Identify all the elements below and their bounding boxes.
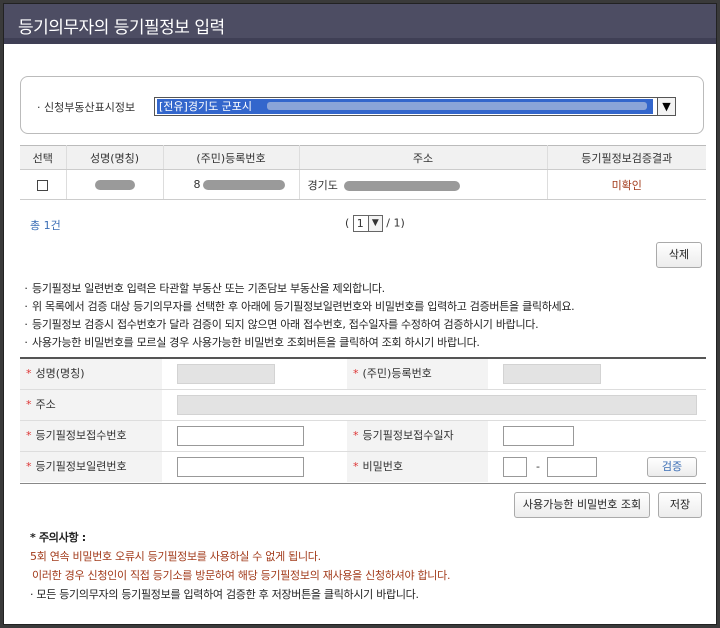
table-row[interactable]: 8 경기도 미확인 bbox=[20, 169, 706, 200]
serial-input[interactable] bbox=[177, 457, 304, 477]
page-select[interactable]: 1 ▼ bbox=[352, 215, 383, 232]
chevron-down-icon[interactable]: ▼ bbox=[367, 216, 382, 231]
regno-label: * (주민)등록번호 bbox=[347, 359, 488, 389]
caution-line: · 모든 등기의무자의 등기필정보를 입력하여 검증한 후 저장버튼을 클릭하시… bbox=[30, 588, 419, 601]
property-select[interactable]: [전유]경기도 군포시 ▼ bbox=[154, 97, 676, 116]
dialog-window: 등기의무자의 등기필정보 입력 · 신청부동산표시정보 [전유]경기도 군포시 … bbox=[3, 3, 717, 625]
redacted-address-cell bbox=[343, 180, 460, 191]
page-title: 등기의무자의 등기필정보 입력 bbox=[18, 18, 225, 38]
regno-prefix: 8 bbox=[193, 178, 201, 191]
address-label: * 주소 bbox=[20, 390, 162, 420]
address-prefix: 경기도 bbox=[307, 178, 338, 192]
check-password-button[interactable]: 사용가능한 비밀번호 조회 bbox=[514, 492, 650, 518]
caution-line: 5회 연속 비밀번호 오류시 등기필정보를 사용하실 수 없게 됩니다. bbox=[30, 550, 321, 563]
password-input-1[interactable] bbox=[503, 457, 527, 477]
serial-label: * 등기필정보일련번호 bbox=[20, 452, 162, 482]
pagination: ( 1 ▼ / 1) bbox=[345, 215, 405, 232]
caution-notes: * 주의사항 : 5회 연속 비밀번호 오류시 등기필정보를 사용하실 수 없게… bbox=[30, 528, 710, 604]
receipt-no-input[interactable] bbox=[177, 426, 304, 446]
redacted-name bbox=[94, 180, 135, 190]
row-checkbox[interactable] bbox=[37, 179, 49, 191]
password-label: * 비밀번호 bbox=[347, 452, 488, 482]
instruction-item: 위 목록에서 검증 대상 등기의무자를 선택한 후 아래에 등기필정보일련번호와… bbox=[20, 298, 710, 316]
instruction-list: 등기필정보 일련번호 입력은 타관할 부동산 또는 기존담보 부동산을 제외합니… bbox=[20, 280, 710, 352]
caution-line: 이러한 경우 신청인이 직접 등기소를 방문하여 해당 등기필정보의 재사용을 … bbox=[32, 569, 451, 582]
instruction-item: 사용가능한 비밀번호를 모르실 경우 사용가능한 비밀번호 조회버튼을 클릭하여… bbox=[20, 334, 710, 352]
redacted-regno bbox=[202, 180, 285, 190]
total-count: 총 1건 bbox=[30, 219, 61, 232]
title-bar: 등기의무자의 등기필정보 입력 bbox=[4, 4, 716, 44]
caution-heading: * 주의사항 : bbox=[30, 531, 86, 544]
col-select: 선택 bbox=[20, 145, 67, 170]
col-result: 등기필정보검증결과 bbox=[547, 145, 706, 170]
receipt-no-label: * 등기필정보접수번호 bbox=[20, 421, 162, 451]
name-label: * 성명(명칭) bbox=[20, 359, 162, 389]
obligor-table: 선택 성명(명칭) (주민)등록번호 주소 등기필정보검증결과 8 경기도 미확… bbox=[20, 145, 706, 200]
instruction-item: 등기필정보 검증시 접수번호가 달라 검증이 되지 않으면 아래 접수번호, 접… bbox=[20, 316, 710, 334]
verify-result: 미확인 bbox=[547, 169, 706, 200]
instruction-item: 등기필정보 일련번호 입력은 타관할 부동산 또는 기존담보 부동산을 제외합니… bbox=[20, 280, 710, 298]
password-input-2[interactable] bbox=[547, 457, 597, 477]
name-field bbox=[177, 364, 275, 384]
receipt-date-input[interactable] bbox=[503, 426, 574, 446]
property-select-label: · 신청부동산표시정보 bbox=[37, 101, 136, 114]
address-field bbox=[177, 395, 697, 415]
chevron-down-icon[interactable]: ▼ bbox=[657, 98, 675, 115]
col-name: 성명(명칭) bbox=[66, 145, 164, 170]
delete-button[interactable]: 삭제 bbox=[656, 242, 702, 268]
password-dash: - bbox=[536, 460, 540, 473]
save-button[interactable]: 저장 bbox=[658, 492, 702, 518]
credential-form: * 성명(명칭) * (주민)등록번호 * 주소 * 등기필정보접수번호 * 등기필정보접… bbox=[20, 357, 706, 484]
property-select-box: · 신청부동산표시정보 [전유]경기도 군포시 ▼ bbox=[20, 76, 704, 134]
col-regno: (주민)등록번호 bbox=[163, 145, 300, 170]
verify-button[interactable]: 검증 bbox=[647, 457, 697, 477]
redacted-address bbox=[267, 102, 647, 110]
col-address: 주소 bbox=[299, 145, 548, 170]
receipt-date-label: * 등기필정보접수일자 bbox=[347, 421, 488, 451]
regno-field bbox=[503, 364, 601, 384]
